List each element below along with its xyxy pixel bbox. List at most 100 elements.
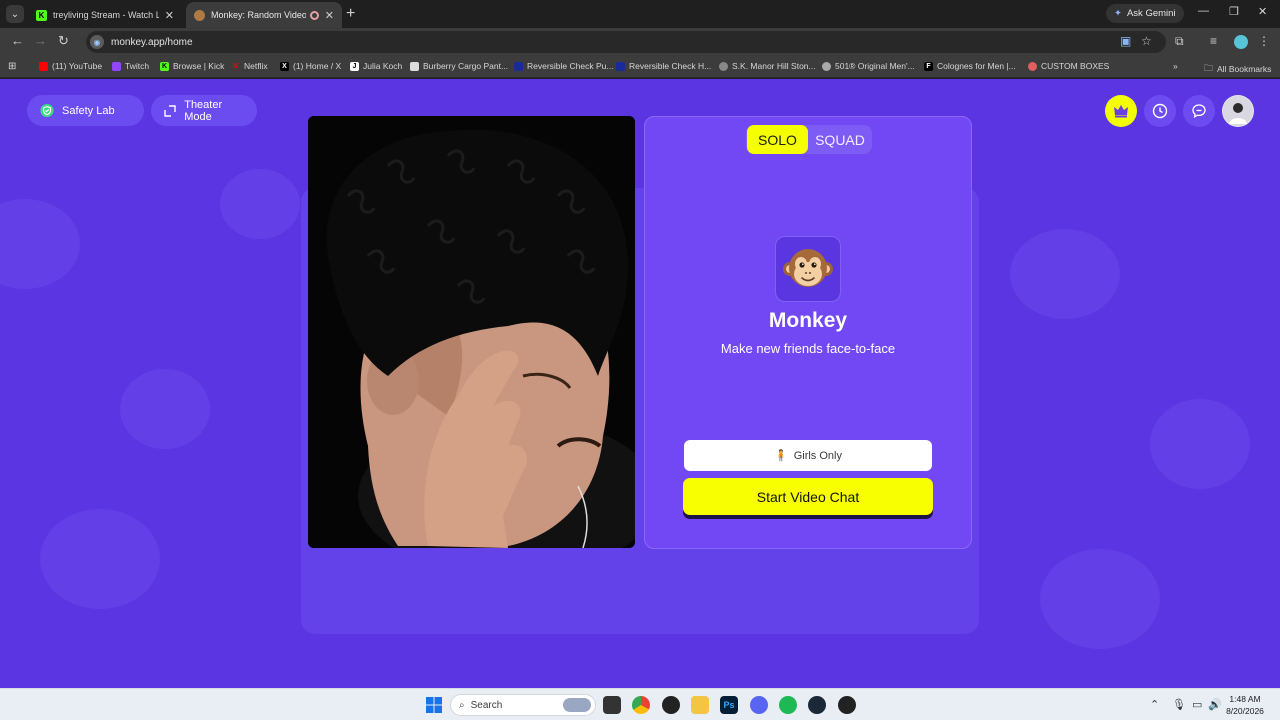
obs-icon[interactable] xyxy=(662,696,680,714)
chrome-taskbar-icon[interactable] xyxy=(632,696,650,714)
site-info-icon[interactable]: ◉ xyxy=(90,35,104,49)
tab-treyliving[interactable]: K treyliving Stream - Watch Live o ✕ xyxy=(28,2,182,28)
apps-grid-icon[interactable]: ⊞ xyxy=(8,61,16,72)
f-icon: F xyxy=(924,61,933,71)
file-explorer-icon[interactable] xyxy=(691,696,709,714)
cast-icon[interactable]: ▣ xyxy=(1120,34,1131,48)
brand-icon xyxy=(514,61,523,71)
task-view-icon[interactable] xyxy=(603,696,621,714)
microphone-icon[interactable]: 🎙 xyxy=(1172,698,1186,711)
bookmark-star-icon[interactable]: ☆ xyxy=(1141,34,1152,48)
tab-search-button[interactable]: ⌄ xyxy=(6,5,24,23)
background-blob xyxy=(1040,549,1160,649)
crown-icon xyxy=(1114,105,1128,118)
bookmark-501[interactable]: 501® Original Men'... xyxy=(822,61,915,71)
search-highlight-icon xyxy=(563,698,591,712)
taskbar-search[interactable]: ⌕ Search xyxy=(450,694,596,716)
bookmark-custom-boxes[interactable]: CUSTOM BOXES xyxy=(1028,61,1109,71)
back-button[interactable]: ← xyxy=(11,34,24,48)
monkey-favicon-icon xyxy=(194,9,205,21)
restore-button[interactable]: ❐ xyxy=(1229,5,1239,18)
history-button[interactable] xyxy=(1144,95,1176,127)
tray-overflow-icon[interactable]: ⌃ xyxy=(1150,698,1159,711)
volume-icon[interactable]: 🔊 xyxy=(1208,698,1222,711)
discord-icon[interactable] xyxy=(750,696,768,714)
all-bookmarks-folder[interactable]: 🗀 All Bookmarks xyxy=(1204,61,1271,77)
close-window-button[interactable]: ✕ xyxy=(1258,5,1267,18)
app-icon[interactable] xyxy=(838,696,856,714)
x-icon: X xyxy=(280,61,289,71)
bookmark-youtube[interactable]: (11) YouTube xyxy=(39,61,102,71)
tagline: Make new friends face-to-face xyxy=(720,341,896,356)
clock-icon xyxy=(1152,103,1168,119)
boxes-icon xyxy=(1028,61,1037,71)
youtube-icon xyxy=(39,61,48,71)
theater-mode-button[interactable]: Theater Mode xyxy=(151,95,257,126)
globe-icon xyxy=(719,61,728,71)
minimize-button[interactable]: — xyxy=(1198,5,1209,17)
bookmark-burberry[interactable]: Burberry Cargo Pant... xyxy=(410,61,508,71)
profile-avatar[interactable] xyxy=(1234,35,1248,49)
bookmark-reversible-2[interactable]: Reversible Check H... xyxy=(616,61,711,71)
folder-icon: 🗀 xyxy=(1204,63,1214,73)
network-icon[interactable]: ▭ xyxy=(1192,698,1202,711)
squad-tab[interactable]: SQUAD xyxy=(810,125,870,154)
bookmark-reversible-1[interactable]: Reversible Check Pu... xyxy=(514,61,613,71)
solo-tab[interactable]: SOLO xyxy=(747,125,808,154)
camera-preview xyxy=(308,116,635,548)
start-video-chat-button[interactable]: Start Video Chat xyxy=(683,478,933,515)
bookmark-x[interactable]: X (1) Home / X xyxy=(280,61,341,71)
steam-icon[interactable] xyxy=(808,696,826,714)
address-bar[interactable]: ◉ monkey.app/home xyxy=(86,31,1166,53)
bookmark-colognes[interactable]: F Colognes for Men |... xyxy=(924,61,1016,71)
bookmark-netflix[interactable]: N Netflix xyxy=(231,61,268,71)
globe-icon xyxy=(822,61,831,71)
close-tab-icon[interactable]: ✕ xyxy=(325,9,334,22)
profile-photo-icon xyxy=(1223,96,1253,126)
spotify-icon[interactable] xyxy=(779,696,797,714)
system-clock[interactable]: 1:48 AM 8/20/2026 xyxy=(1222,693,1268,717)
camera-feed-image xyxy=(308,116,635,548)
extensions-icon[interactable]: ⧉ xyxy=(1175,34,1184,48)
windows-start-icon[interactable] xyxy=(425,696,443,714)
background-blob xyxy=(120,369,210,449)
monkey-logo xyxy=(775,236,841,302)
background-blob xyxy=(40,509,160,609)
gender-filter-icon: 🧍 xyxy=(774,450,788,462)
search-icon: ⌕ xyxy=(459,699,465,711)
brand-title: Monkey xyxy=(768,309,848,332)
bookmark-twitch[interactable]: Twitch xyxy=(112,61,149,71)
mode-switch: SOLO SQUAD xyxy=(746,125,872,154)
netflix-icon: N xyxy=(232,62,239,70)
more-bookmarks-icon[interactable]: » xyxy=(1173,61,1178,71)
expand-icon xyxy=(164,104,176,118)
taskbar: ⌕ Search Ps ⌃ 🎙 ▭ 🔊 1:48 AM 8/20/2026 xyxy=(0,688,1280,720)
kick-icon: K xyxy=(36,9,47,21)
kick-icon: K xyxy=(160,61,169,71)
forward-button[interactable]: → xyxy=(34,34,47,48)
new-tab-button[interactable]: + xyxy=(346,5,355,23)
safety-lab-button[interactable]: Safety Lab xyxy=(27,95,144,126)
media-control-icon[interactable]: ≡ xyxy=(1210,34,1217,48)
reload-button[interactable]: ↻ xyxy=(58,34,69,48)
user-avatar[interactable] xyxy=(1222,95,1254,127)
close-tab-icon[interactable]: ✕ xyxy=(165,9,174,22)
premium-crown-button[interactable] xyxy=(1105,95,1137,127)
messages-button[interactable] xyxy=(1183,95,1215,127)
bookmark-kick[interactable]: K Browse | Kick xyxy=(160,61,224,71)
gemini-sparkle-icon: ✦ xyxy=(1114,8,1122,19)
bookmark-sk-manor[interactable]: S.K. Manor Hill Ston... xyxy=(719,61,816,71)
background-blob xyxy=(1010,229,1120,319)
twitch-icon xyxy=(112,61,121,71)
bookmarks-bar: ⊞ (11) YouTube Twitch K Browse | Kick N Ne… xyxy=(0,56,1280,78)
bookmark-julia-koch[interactable]: J Julia Koch xyxy=(350,61,402,71)
background-blob xyxy=(1150,399,1250,489)
recording-indicator-icon xyxy=(309,10,319,20)
background-blob xyxy=(220,169,300,239)
girls-only-button[interactable]: 🧍 Girls Only xyxy=(684,440,932,471)
ask-gemini-button[interactable]: ✦ Ask Gemini xyxy=(1106,4,1184,23)
tab-monkey[interactable]: Monkey: Random Video Ch ✕ xyxy=(186,2,342,28)
background-blob xyxy=(0,199,80,289)
photoshop-icon[interactable]: Ps xyxy=(720,696,738,714)
menu-kebab-icon[interactable]: ⋮ xyxy=(1258,34,1270,48)
